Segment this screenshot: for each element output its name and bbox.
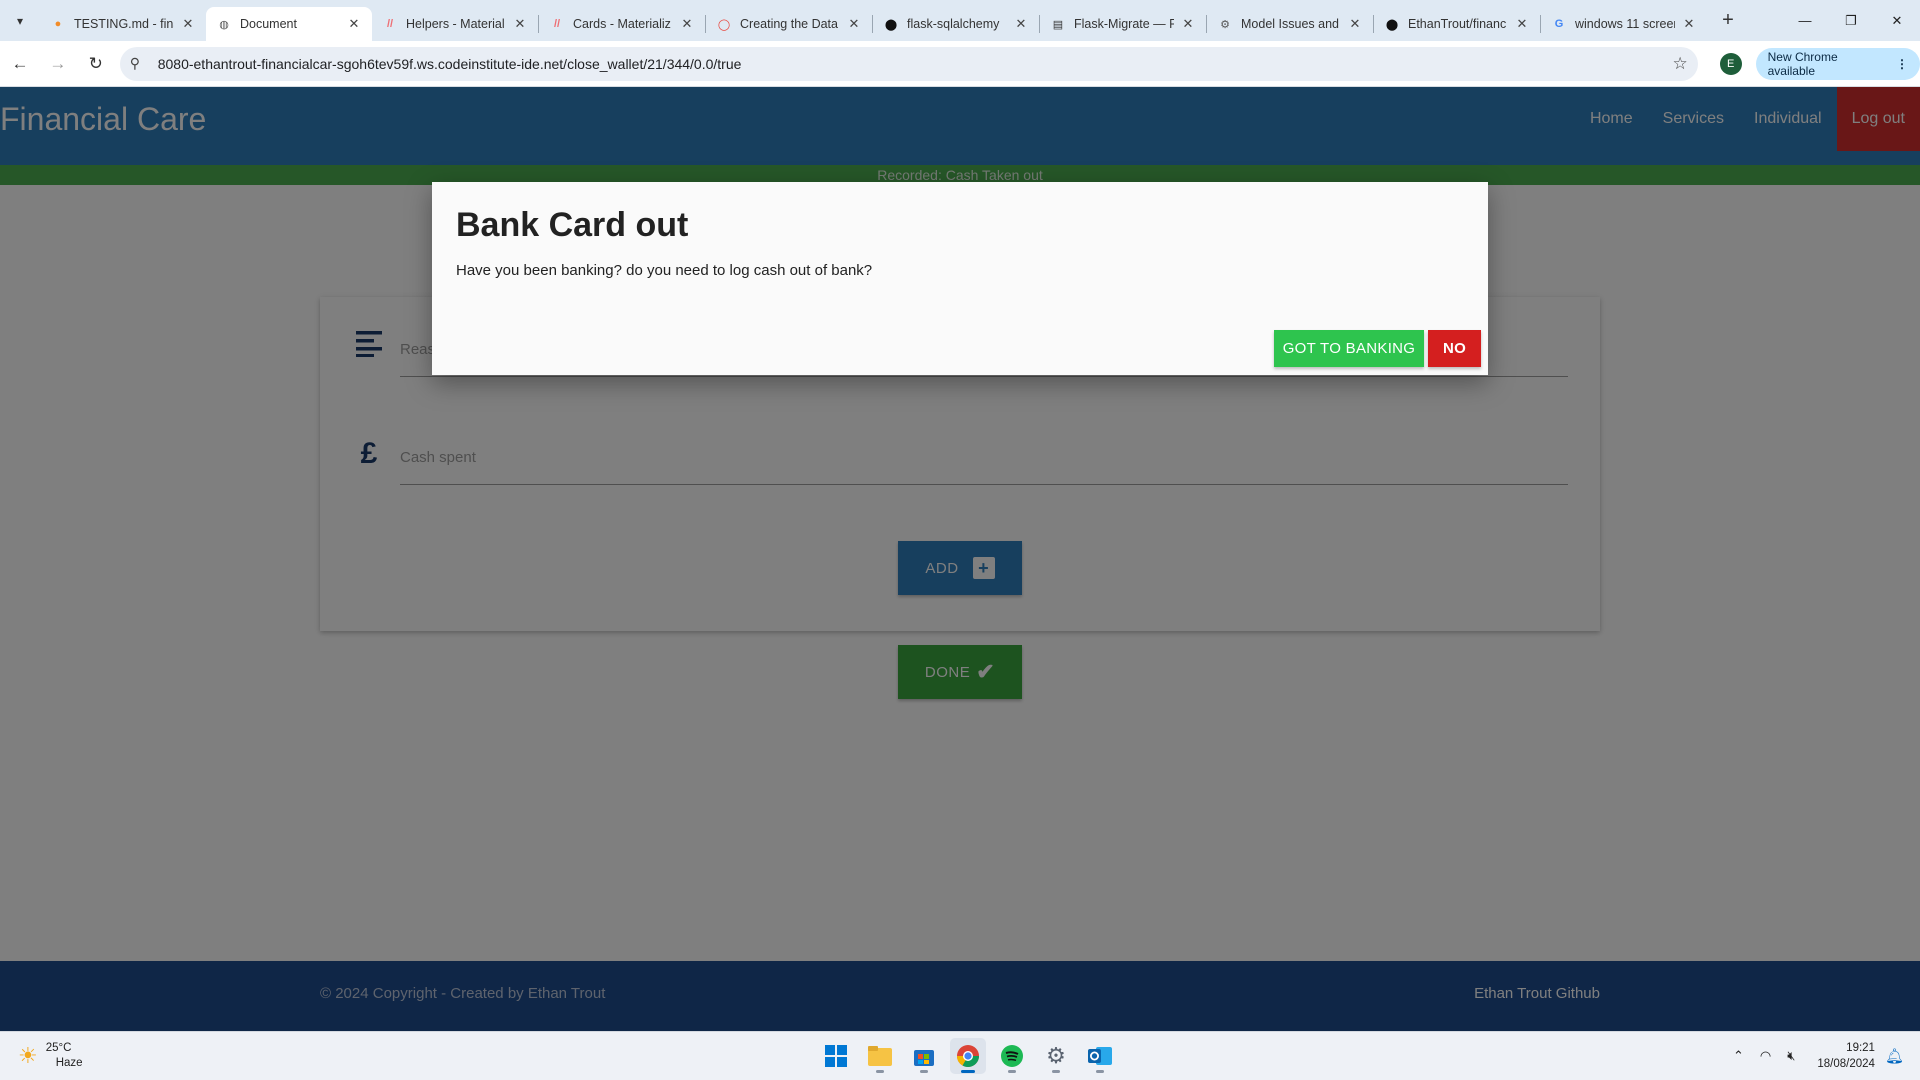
tab-title: TESTING.md - fina xyxy=(74,17,174,31)
browser-toolbar: ← → ↻ ⚲ 8080-ethantrout-financialcar-sgo… xyxy=(0,41,1920,87)
clock-time: 19:21 xyxy=(1846,1042,1875,1054)
tab-title: Model Issues and xyxy=(1241,17,1339,31)
modal-title: Bank Card out xyxy=(456,206,689,244)
browser-tab[interactable]: G windows 11 screen ✕ xyxy=(1541,7,1707,41)
notification-bell-icon[interactable]: 🔔︎ xyxy=(1885,1047,1904,1065)
chevron-up-icon[interactable]: ⌃ xyxy=(1733,1048,1744,1064)
close-tab-icon[interactable]: ✕ xyxy=(512,16,528,32)
running-indicator xyxy=(1096,1070,1104,1073)
taskbar-apps: ⚙ xyxy=(814,1038,1122,1074)
browser-tab[interactable]: // Cards - Materializ ✕ xyxy=(539,7,705,41)
back-arrow-icon[interactable]: ← xyxy=(2,46,38,82)
running-indicator xyxy=(961,1070,975,1073)
tab-title: Helpers - Material xyxy=(406,17,505,31)
close-tab-icon[interactable]: ✕ xyxy=(1347,16,1363,32)
close-tab-icon[interactable]: ✕ xyxy=(346,16,362,32)
bank-card-modal: Bank Card out Have you been banking? do … xyxy=(432,182,1488,375)
update-label: New Chrome available xyxy=(1767,49,1838,78)
profile-avatar[interactable]: E xyxy=(1719,52,1742,75)
close-tab-icon[interactable]: ✕ xyxy=(1681,16,1697,32)
red-ring-icon: ◯ xyxy=(717,18,731,31)
browser-tab[interactable]: ● TESTING.md - fina ✕ xyxy=(40,7,206,41)
weather-desc: Haze xyxy=(55,1057,83,1069)
tab-title: flask-sqlalchemy xyxy=(907,17,1000,31)
close-tab-icon[interactable]: ✕ xyxy=(1013,16,1029,32)
file-explorer-icon[interactable] xyxy=(862,1038,898,1074)
close-tab-icon[interactable]: ✕ xyxy=(846,16,862,32)
running-indicator xyxy=(876,1070,884,1073)
tab-title: Cards - Materializ xyxy=(573,17,671,31)
github-icon: ⬤ xyxy=(884,18,898,31)
materialize-icon: // xyxy=(553,18,561,30)
weather-widget[interactable]: ☀ 25°C Haze xyxy=(18,1041,83,1071)
modal-message: Have you been banking? do you need to lo… xyxy=(456,262,873,279)
tab-title: EthanTrout/financ xyxy=(1408,17,1507,31)
tab-title: Document xyxy=(240,17,297,31)
no-button[interactable]: NO xyxy=(1428,330,1481,367)
running-indicator xyxy=(1008,1070,1016,1073)
close-tab-icon[interactable]: ✕ xyxy=(679,16,695,32)
restore-icon[interactable]: ❐ xyxy=(1828,0,1874,41)
gear-icon: ⚙ xyxy=(1220,18,1230,31)
browser-tab[interactable]: // Helpers - Material ✕ xyxy=(372,7,538,41)
windows-taskbar: ☀ 25°C Haze ⚙ ⌃ ◠ 🔇︎ 19:21 18/08/2024 🔔︎ xyxy=(0,1031,1920,1080)
page-viewport: Financial Care Home Services Individual … xyxy=(0,87,1920,1031)
close-tab-icon[interactable]: ✕ xyxy=(1180,16,1196,32)
haze-sun-icon: ☀ xyxy=(18,1043,38,1068)
doc-icon: ▤ xyxy=(1052,18,1064,31)
chrome-update-button[interactable]: New Chrome available ⋮ xyxy=(1755,47,1920,80)
forward-arrow-icon[interactable]: → xyxy=(40,46,76,82)
minimize-icon[interactable]: — xyxy=(1782,0,1828,41)
settings-gear-icon[interactable]: ⚙ xyxy=(1038,1038,1074,1074)
weather-temp: 25°C xyxy=(45,1042,72,1054)
browser-tab-strip: ▾ ● TESTING.md - fina ✕ ◍ Document ✕ // … xyxy=(0,0,1920,41)
google-icon: G xyxy=(1554,18,1564,30)
browser-tab[interactable]: ⬤ EthanTrout/financ ✕ xyxy=(1374,7,1540,41)
browser-tab[interactable]: ⬤ flask-sqlalchemy ✕ xyxy=(873,7,1039,41)
go-to-banking-button[interactable]: GOT TO BANKING xyxy=(1274,330,1424,367)
outlook-icon[interactable] xyxy=(1082,1038,1118,1074)
url-text[interactable]: 8080-ethantrout-financialcar-sgoh6tev59f… xyxy=(158,56,1673,72)
running-indicator xyxy=(920,1070,928,1073)
globe-icon: ◍ xyxy=(219,18,229,31)
close-tab-icon[interactable]: ✕ xyxy=(180,16,196,32)
browser-tab[interactable]: ▤ Flask-Migrate — F ✕ xyxy=(1040,7,1206,41)
clock[interactable]: 19:21 18/08/2024 xyxy=(1817,1040,1875,1072)
site-info-icon[interactable]: ⚲ xyxy=(130,55,154,72)
system-tray: ⌃ ◠ 🔇︎ 19:21 18/08/2024 🔔︎ xyxy=(1725,1038,1904,1074)
windows-start-icon[interactable] xyxy=(818,1038,854,1074)
browser-tab[interactable]: ⚙ Model Issues and ✕ xyxy=(1207,7,1373,41)
browser-tab[interactable]: ◯ Creating the Data ✕ xyxy=(706,7,872,41)
running-indicator xyxy=(1052,1070,1060,1073)
tab-title: windows 11 screen xyxy=(1575,17,1675,31)
reload-icon[interactable]: ↻ xyxy=(78,46,114,82)
tab-title: Creating the Data xyxy=(740,17,838,31)
chrome-icon[interactable] xyxy=(950,1038,986,1074)
browser-tab-active[interactable]: ◍ Document ✕ xyxy=(206,7,372,41)
close-tab-icon[interactable]: ✕ xyxy=(1514,16,1530,32)
new-tab-button[interactable]: + xyxy=(1713,9,1743,32)
speaker-muted-icon[interactable]: 🔇︎ xyxy=(1787,1048,1795,1064)
clock-date: 18/08/2024 xyxy=(1817,1058,1875,1070)
wifi-icon[interactable]: ◠ xyxy=(1760,1048,1771,1064)
tab-title: Flask-Migrate — F xyxy=(1074,17,1174,31)
orange-swirl-icon: ● xyxy=(54,18,62,30)
menu-kebab-icon[interactable]: ⋮ xyxy=(1896,57,1908,71)
materialize-icon: // xyxy=(386,18,394,30)
github-icon: ⬤ xyxy=(1385,18,1399,31)
window-controls: — ❐ ✕ xyxy=(1782,0,1920,41)
microsoft-store-icon[interactable] xyxy=(906,1038,942,1074)
bookmark-star-icon[interactable]: ☆ xyxy=(1672,54,1687,74)
spotify-icon[interactable] xyxy=(994,1038,1030,1074)
close-window-icon[interactable]: ✕ xyxy=(1874,0,1920,41)
address-bar[interactable]: ⚲ 8080-ethantrout-financialcar-sgoh6tev5… xyxy=(119,46,1698,81)
tab-search-dropdown-icon[interactable]: ▾ xyxy=(0,0,40,41)
